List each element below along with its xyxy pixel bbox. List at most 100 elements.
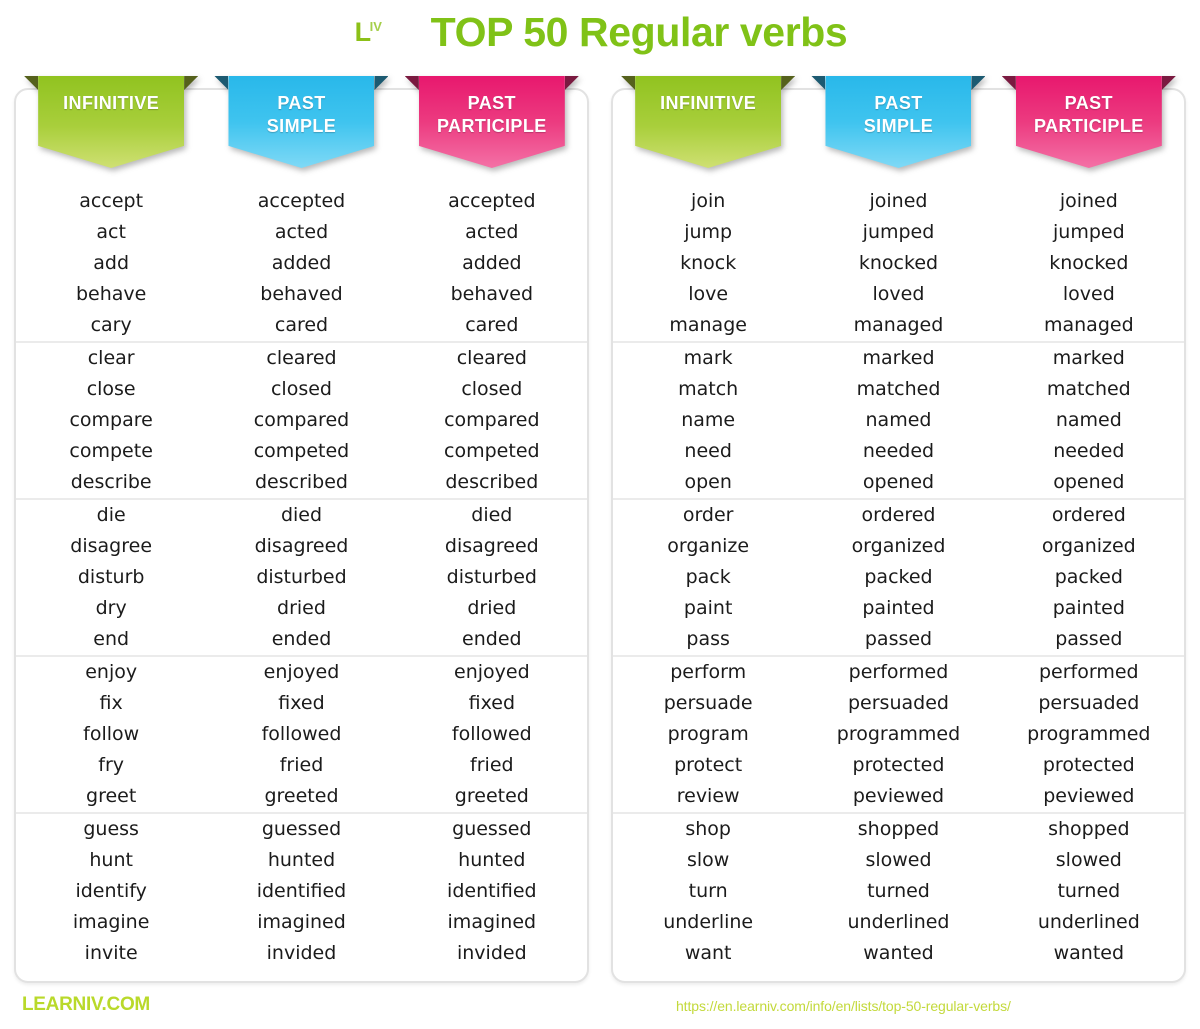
table-row[interactable]: dry dried dried [16, 593, 587, 624]
ribbon-fold-right-icon [374, 76, 389, 90]
footer-brand: LEARNIV.COM [22, 994, 150, 1015]
verb-cell-past_simple: loved [872, 283, 925, 305]
verb-cell-past_participle: managed [1043, 314, 1134, 336]
table-row[interactable]: mark marked marked [613, 343, 1184, 374]
verb-cell-infinitive: imagine [72, 911, 150, 933]
verb-cell-past_participle: protected [1042, 754, 1135, 776]
table-row[interactable]: review peviewed peviewed [613, 781, 1184, 812]
ribbon-fold-left-icon [621, 76, 636, 90]
column-header-banners: INFINITIVE PAST SIMPLE PAST PARTICIPLE [613, 76, 1184, 186]
verb-cell-infinitive: follow [83, 723, 140, 745]
table-row[interactable]: shop shopped shopped [613, 814, 1184, 845]
table-row[interactable]: cary cared cared [16, 310, 587, 341]
verb-cell-infinitive: knock [680, 252, 737, 274]
column-header-infinitive[interactable]: INFINITIVE [621, 76, 796, 168]
table-row[interactable]: accept accepted accepted [16, 186, 587, 217]
verb-cell-past_simple: underlined [847, 911, 950, 933]
column-header-label-line: PAST [874, 93, 923, 113]
column-header-past_simple[interactable]: PAST SIMPLE [811, 76, 986, 168]
table-row[interactable]: behave behaved behaved [16, 279, 587, 310]
table-row[interactable]: pack packed packed [613, 562, 1184, 593]
table-row[interactable]: end ended ended [16, 624, 587, 655]
verb-cell-past_simple: guessed [261, 818, 342, 840]
verb-group: order ordered ordered organize organized orga… [613, 498, 1184, 655]
verb-cell-past_simple: joined [869, 190, 928, 212]
verb-cell-infinitive: love [688, 283, 729, 305]
verb-cell-past_participle: marked [1052, 347, 1125, 369]
verb-cell-past_simple: passed [864, 628, 933, 650]
table-row[interactable]: greet greeted greeted [16, 781, 587, 812]
column-header-banners: INFINITIVE PAST SIMPLE PAST PARTICIPLE [16, 76, 587, 186]
verb-cell-past_participle: enjoyed [454, 661, 530, 683]
table-row[interactable]: order ordered ordered [613, 500, 1184, 531]
verb-cell-past_simple: named [865, 409, 932, 431]
footer-url[interactable]: https://en.learniv.com/info/en/lists/top… [676, 998, 1011, 1014]
verb-cell-past_simple: matched [856, 378, 941, 400]
verb-cell-past_participle: joined [1059, 190, 1118, 212]
verb-cell-infinitive: close [86, 378, 136, 400]
table-row[interactable]: manage managed managed [613, 310, 1184, 341]
table-row[interactable]: perform performed performed [613, 657, 1184, 688]
table-row[interactable]: clear cleared cleared [16, 343, 587, 374]
table-row[interactable]: invite invided invided [16, 938, 587, 969]
table-row[interactable]: program programmed programmed [613, 719, 1184, 750]
table-row[interactable]: disagree disagreed disagreed [16, 531, 587, 562]
verb-cell-infinitive: identify [75, 880, 147, 902]
verb-cell-infinitive: greet [86, 785, 137, 807]
verb-cell-past_participle: hunted [458, 849, 526, 871]
table-row[interactable]: paint painted painted [613, 593, 1184, 624]
table-row[interactable]: imagine imagined imagined [16, 907, 587, 938]
column-header-past_participle[interactable]: PAST PARTICIPLE [404, 76, 579, 168]
table-row[interactable]: fix fixed fixed [16, 688, 587, 719]
verb-cell-past_simple: behaved [260, 283, 343, 305]
table-row[interactable]: turn turned turned [613, 876, 1184, 907]
column-header-label-line: INFINITIVE [63, 93, 160, 113]
table-row[interactable]: name named named [613, 405, 1184, 436]
table-row[interactable]: open opened opened [613, 467, 1184, 498]
verb-cell-infinitive: program [667, 723, 749, 745]
verb-cell-past_participle: compared [444, 409, 540, 431]
verb-cell-infinitive: mark [683, 347, 733, 369]
table-row[interactable]: need needed needed [613, 436, 1184, 467]
table-row[interactable]: follow followed followed [16, 719, 587, 750]
table-row[interactable]: die died died [16, 500, 587, 531]
column-header-past_participle[interactable]: PAST PARTICIPLE [1001, 76, 1176, 168]
table-row[interactable]: pass passed passed [613, 624, 1184, 655]
table-row[interactable]: add added added [16, 248, 587, 279]
verb-cell-past_participle: ordered [1051, 504, 1126, 526]
verb-cell-past_simple: competed [253, 440, 350, 462]
table-row[interactable]: act acted acted [16, 217, 587, 248]
verb-cell-infinitive: want [684, 942, 732, 964]
table-row[interactable]: close closed closed [16, 374, 587, 405]
table-row[interactable]: disturb disturbed disturbed [16, 562, 587, 593]
column-header-label-line: PAST [467, 93, 516, 113]
table-row[interactable]: slow slowed slowed [613, 845, 1184, 876]
verb-cell-past_participle: performed [1039, 661, 1139, 683]
table-row[interactable]: join joined joined [613, 186, 1184, 217]
table-row[interactable]: match matched matched [613, 374, 1184, 405]
table-row[interactable]: compare compared compared [16, 405, 587, 436]
table-row[interactable]: describe described described [16, 467, 587, 498]
table-row[interactable]: knock knocked knocked [613, 248, 1184, 279]
table-row[interactable]: want wanted wanted [613, 938, 1184, 969]
table-row[interactable]: organize organized organized [613, 531, 1184, 562]
table-row[interactable]: hunt hunted hunted [16, 845, 587, 876]
table-row[interactable]: guess guessed guessed [16, 814, 587, 845]
table-row[interactable]: identify identified identified [16, 876, 587, 907]
table-row[interactable]: underline underlined underlined [613, 907, 1184, 938]
verb-cell-past_participle: fried [470, 754, 514, 776]
table-row[interactable]: protect protected protected [613, 750, 1184, 781]
column-header-infinitive[interactable]: INFINITIVE [24, 76, 199, 168]
verb-cell-past_participle: greeted [454, 785, 529, 807]
verb-cell-past_simple: added [271, 252, 332, 274]
table-row[interactable]: love loved loved [613, 279, 1184, 310]
table-row[interactable]: jump jumped jumped [613, 217, 1184, 248]
verb-cell-infinitive: manage [669, 314, 747, 336]
column-header-label-line: PAST [277, 93, 326, 113]
table-row[interactable]: compete competed competed [16, 436, 587, 467]
table-row[interactable]: enjoy enjoyed enjoyed [16, 657, 587, 688]
column-header-past_simple[interactable]: PAST SIMPLE [214, 76, 389, 168]
table-row[interactable]: persuade persuaded persuaded [613, 688, 1184, 719]
right-table: INFINITIVE PAST SIMPLE PAST PARTICIPLE join jo… [611, 76, 1186, 983]
table-row[interactable]: fry fried fried [16, 750, 587, 781]
